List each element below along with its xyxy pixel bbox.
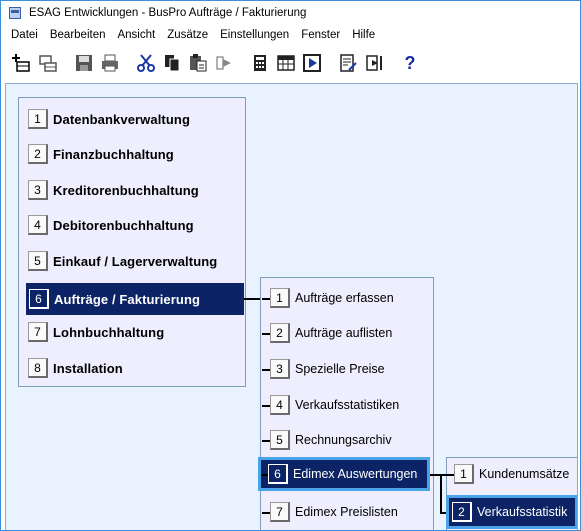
- menu-hilfe[interactable]: Hilfe: [346, 25, 381, 45]
- item-label: Spezielle Preise: [295, 362, 385, 376]
- item-label: Verkaufsstatistik: [477, 505, 568, 519]
- hotkey: 1: [454, 464, 474, 484]
- main-menu-item-finanzbuchhaltung[interactable]: 2 Finanzbuchhaltung: [28, 143, 174, 165]
- help-label: ?: [404, 52, 416, 73]
- hotkey: 4: [270, 395, 290, 415]
- menu-bar: Datei Bearbeiten Ansicht Zusätze Einstel…: [1, 25, 580, 45]
- sub-sub-menu-item-kundenumsaetze[interactable]: 1 Kundenumsätze: [454, 463, 569, 485]
- main-menu-item-lohnbuchhaltung[interactable]: 7 Lohnbuchhaltung: [28, 321, 164, 343]
- sub-menu-item-auftraege-erfassen[interactable]: 1 Aufträge erfassen: [270, 287, 394, 309]
- hotkey: 2: [28, 144, 48, 164]
- hotkey: 4: [28, 215, 48, 235]
- hotkey: 3: [270, 359, 290, 379]
- sub-menu-item-rechnungsarchiv[interactable]: 5 Rechnungsarchiv: [270, 429, 392, 451]
- calculator-icon[interactable]: [249, 51, 271, 75]
- exit-icon[interactable]: [363, 51, 385, 75]
- connector-line: [262, 333, 270, 335]
- hotkey: 3: [28, 180, 48, 200]
- hotkey: 7: [270, 502, 290, 522]
- help-icon[interactable]: ?: [399, 51, 421, 75]
- item-label: Lohnbuchhaltung: [53, 324, 165, 340]
- item-label: Aufträge erfassen: [295, 291, 394, 305]
- item-label: Verkaufsstatistiken: [295, 398, 400, 412]
- sub-menu-item-edimex-auswertungen[interactable]: 6 Edimex Auswertungen: [268, 463, 418, 485]
- main-menu-item-datenbankverwaltung[interactable]: 1 Datenbankverwaltung: [28, 108, 190, 130]
- calendar-icon[interactable]: [275, 51, 297, 75]
- connector-line: [440, 474, 454, 476]
- window-title: ESAG Entwicklungen - BusPro Aufträge / F…: [29, 7, 307, 19]
- hotkey: 2: [270, 323, 290, 343]
- hotkey: 6: [268, 464, 288, 484]
- cut-icon[interactable]: [135, 51, 157, 75]
- sub-menu-item-verkaufsstatistiken[interactable]: 4 Verkaufsstatistiken: [270, 394, 399, 416]
- workspace: 1 Datenbankverwaltung 2 Finanzbuchhaltun…: [5, 83, 578, 530]
- main-menu-item-auftraege-fakturierung[interactable]: 6 Aufträge / Fakturierung: [26, 283, 244, 315]
- copy-record-icon[interactable]: [37, 51, 59, 75]
- app-window: ESAG Entwicklungen - BusPro Aufträge / F…: [0, 0, 581, 531]
- item-label: Einkauf / Lagerverwaltung: [53, 253, 218, 269]
- toolbar: ?: [1, 45, 580, 81]
- print-icon[interactable]: [99, 51, 121, 75]
- hotkey: 7: [28, 322, 48, 342]
- sub-menu-item-spezielle-preise[interactable]: 3 Spezielle Preise: [270, 358, 385, 380]
- sub-menu-item-edimex-preislisten[interactable]: 7 Edimex Preislisten: [270, 501, 398, 523]
- forward-icon[interactable]: [213, 51, 235, 75]
- hotkey: 5: [28, 251, 48, 271]
- item-label: Debitorenbuchhaltung: [53, 217, 194, 233]
- hotkey: 2: [452, 502, 472, 522]
- play-icon[interactable]: [301, 51, 323, 75]
- item-label: Edimex Auswertungen: [293, 467, 418, 481]
- item-label: Rechnungsarchiv: [295, 433, 392, 447]
- sub-sub-menu-item-verkaufsstatistik[interactable]: 2 Verkaufsstatistik: [452, 501, 568, 523]
- menu-ansicht[interactable]: Ansicht: [111, 25, 161, 45]
- item-label: Datenbankverwaltung: [53, 111, 190, 127]
- connector-line: [262, 405, 270, 407]
- hotkey: 1: [28, 109, 48, 129]
- app-icon: [9, 7, 21, 19]
- menu-fenster[interactable]: Fenster: [295, 25, 346, 45]
- item-label: Kreditorenbuchhaltung: [53, 182, 199, 198]
- connector-line: [262, 440, 270, 442]
- hotkey: 1: [270, 288, 290, 308]
- main-menu-item-kreditorenbuchhaltung[interactable]: 3 Kreditorenbuchhaltung: [28, 179, 199, 201]
- paste-icon[interactable]: [187, 51, 209, 75]
- item-label: Kundenumsätze: [479, 467, 570, 481]
- title-bar[interactable]: ESAG Entwicklungen - BusPro Aufträge / F…: [1, 1, 580, 25]
- hotkey: 6: [29, 289, 49, 309]
- connector-line: [262, 298, 270, 300]
- new-record-icon[interactable]: [11, 51, 33, 75]
- menu-bearbeiten[interactable]: Bearbeiten: [44, 25, 112, 45]
- connector-line: [262, 369, 270, 371]
- hotkey: 5: [270, 430, 290, 450]
- menu-datei[interactable]: Datei: [5, 25, 44, 45]
- edit-document-icon[interactable]: [337, 51, 359, 75]
- main-menu-item-einkauf-lagerverwaltung[interactable]: 5 Einkauf / Lagerverwaltung: [28, 250, 217, 272]
- main-menu-panel: [18, 97, 246, 387]
- item-label: Edimex Preislisten: [295, 505, 398, 519]
- connector-line: [262, 512, 270, 514]
- main-menu-item-installation[interactable]: 8 Installation: [28, 357, 123, 379]
- menu-zusaetze[interactable]: Zusätze: [161, 25, 214, 45]
- save-icon[interactable]: [73, 51, 95, 75]
- item-label: Aufträge auflisten: [295, 326, 393, 340]
- copy-icon[interactable]: [161, 51, 183, 75]
- main-menu-item-debitorenbuchhaltung[interactable]: 4 Debitorenbuchhaltung: [28, 214, 194, 236]
- menu-einstellungen[interactable]: Einstellungen: [214, 25, 295, 45]
- hotkey: 8: [28, 358, 48, 378]
- item-label: Finanzbuchhaltung: [53, 146, 174, 162]
- sub-menu-item-auftraege-auflisten[interactable]: 2 Aufträge auflisten: [270, 322, 392, 344]
- connector-line: [440, 474, 442, 514]
- item-label: Installation: [53, 360, 123, 376]
- item-label: Aufträge / Fakturierung: [54, 291, 201, 307]
